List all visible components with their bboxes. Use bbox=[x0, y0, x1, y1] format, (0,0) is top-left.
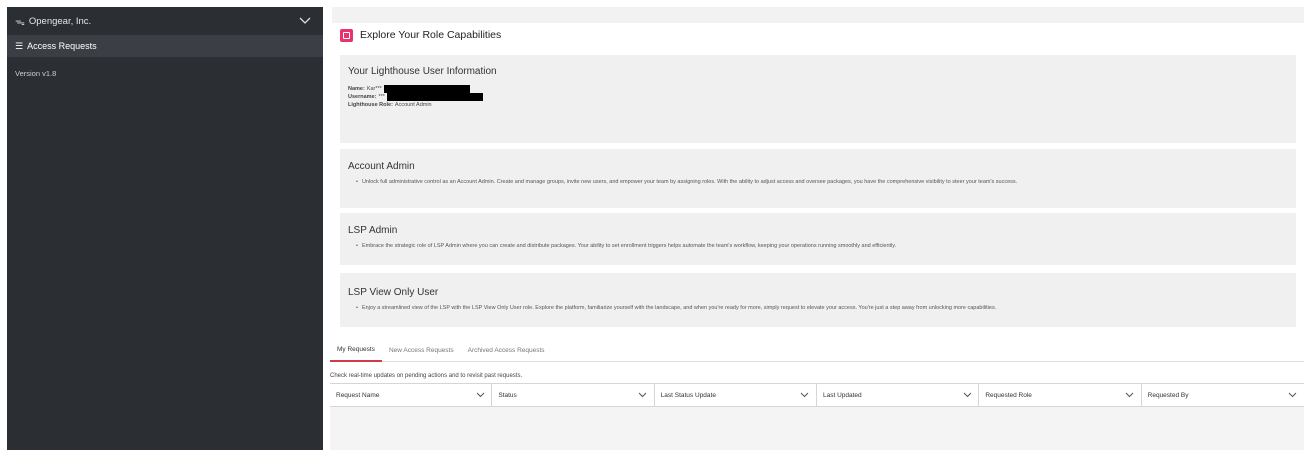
redaction-bar bbox=[383, 85, 470, 93]
org-logo-icon: ᯓ bbox=[15, 17, 25, 28]
org-name: Opengear, Inc. bbox=[28, 15, 92, 27]
redaction-bar bbox=[386, 93, 483, 101]
column-label: Request Name bbox=[336, 391, 380, 399]
username-value: *** bbox=[378, 94, 385, 100]
column-label: Last Status Update bbox=[660, 391, 716, 399]
name-label: Name: bbox=[348, 86, 365, 92]
main-content: Explore Your Role Capabilities Your Ligh… bbox=[330, 7, 1304, 450]
column-filter-last-updated[interactable]: Last Updated bbox=[817, 384, 980, 406]
sidebar: ᯓ Opengear, Inc. ☰ Access Requests Versi… bbox=[7, 7, 323, 450]
sidebar-item-access-requests[interactable]: ☰ Access Requests bbox=[7, 35, 323, 57]
name-value: Kar*** bbox=[366, 86, 382, 92]
org-selector[interactable]: ᯓ Opengear, Inc. bbox=[7, 7, 323, 35]
column-filter-last-status-update[interactable]: Last Status Update bbox=[655, 384, 817, 406]
chevron-down-icon bbox=[1125, 390, 1135, 400]
role-title: Account Admin bbox=[348, 161, 415, 172]
column-label: Status bbox=[498, 391, 517, 399]
tab-archived-access-requests[interactable]: Archived Access Requests bbox=[461, 340, 552, 362]
table-header: Request Name Status Last Status Update L… bbox=[330, 383, 1304, 407]
column-filter-status[interactable]: Status bbox=[492, 384, 655, 406]
username-row: Username: *** bbox=[348, 93, 1288, 101]
role-label: Lighthouse Role: bbox=[348, 102, 393, 108]
user-info-title: Your Lighthouse User Information bbox=[348, 66, 497, 77]
column-label: Last Updated bbox=[822, 391, 862, 399]
role-description: Unlock full administrative control as an… bbox=[348, 177, 1288, 188]
page-title: Explore Your Role Capabilities bbox=[360, 29, 502, 41]
role-row: Lighthouse Role: Account Admin bbox=[348, 101, 1288, 109]
helper-text: Check real-time updates on pending actio… bbox=[330, 373, 523, 379]
chevron-down-icon bbox=[1288, 390, 1298, 400]
chevron-down-icon bbox=[800, 390, 810, 400]
request-tabs: My Requests New Access Requests Archived… bbox=[330, 340, 1304, 362]
chevron-down-icon bbox=[638, 390, 648, 400]
role-card-account-admin: Account Admin Unlock full administrative… bbox=[340, 149, 1296, 208]
column-filter-requested-role[interactable]: Requested Role bbox=[979, 384, 1142, 406]
chevron-down-icon[interactable] bbox=[297, 13, 313, 29]
user-info-card: Your Lighthouse User Information Name: K… bbox=[340, 55, 1296, 143]
sidebar-item-label: Access Requests bbox=[27, 41, 97, 51]
chevron-down-icon bbox=[962, 390, 972, 400]
column-filter-requested-by[interactable]: Requested By bbox=[1142, 384, 1304, 406]
version-label: Version v1.8 bbox=[15, 69, 57, 78]
column-label: Requested Role bbox=[985, 391, 1032, 399]
username-label: Username: bbox=[348, 94, 377, 100]
role-title: LSP Admin bbox=[348, 225, 398, 236]
list-icon: ☰ bbox=[15, 40, 24, 51]
role-description: Enjoy a streamlined view of the LSP with… bbox=[348, 303, 1288, 314]
column-label: Requested By bbox=[1147, 391, 1189, 399]
chevron-down-icon bbox=[475, 390, 485, 400]
tab-my-requests[interactable]: My Requests bbox=[330, 340, 382, 362]
column-filter-request-name[interactable]: Request Name bbox=[330, 384, 493, 406]
role-title: LSP View Only User bbox=[348, 287, 439, 298]
role-capabilities-icon bbox=[340, 28, 353, 42]
top-bar bbox=[332, 7, 1304, 23]
user-name-row: Name: Kar*** bbox=[348, 85, 1288, 93]
table-body-empty bbox=[330, 407, 1304, 450]
tab-new-access-requests[interactable]: New Access Requests bbox=[382, 340, 461, 362]
role-card-lsp-view-only: LSP View Only User Enjoy a streamlined v… bbox=[340, 273, 1296, 327]
role-card-lsp-admin: LSP Admin Embrace the strategic role of … bbox=[340, 213, 1296, 265]
page-header: Explore Your Role Capabilities bbox=[330, 24, 1304, 46]
role-value: Account Admin bbox=[394, 102, 432, 108]
role-description: Embrace the strategic role of LSP Admin … bbox=[348, 241, 1288, 252]
